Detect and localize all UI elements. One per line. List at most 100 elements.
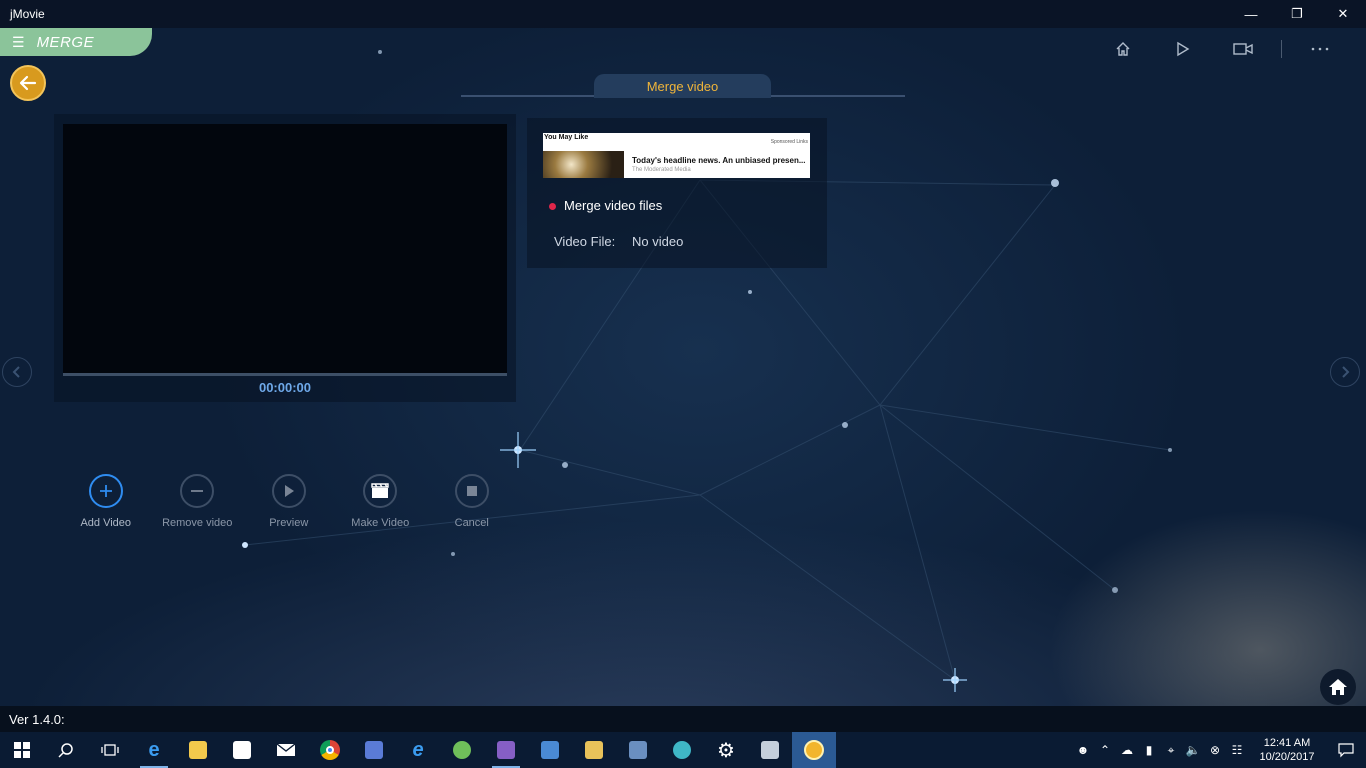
video-player: 00:00:00 xyxy=(54,114,516,402)
chrome-taskbar-item[interactable] xyxy=(308,732,352,768)
remove-video-button[interactable]: Remove video xyxy=(152,474,244,529)
video-screen[interactable] xyxy=(63,124,507,374)
version-label: Ver 1.4.0: xyxy=(9,711,65,727)
restore-button[interactable]: ❐ xyxy=(1274,0,1320,28)
close-button[interactable]: ✕ xyxy=(1320,0,1366,28)
onedrive-icon[interactable]: ☁ xyxy=(1116,732,1138,768)
android-icon xyxy=(453,741,471,759)
app-taskbar-item-5[interactable] xyxy=(660,732,704,768)
merge-section-tab[interactable]: ☰ MERGE xyxy=(0,28,152,56)
error-icon[interactable]: ⊗ xyxy=(1204,732,1226,768)
input-method-icon[interactable]: ☷ xyxy=(1226,732,1248,768)
jmovie-taskbar-item[interactable] xyxy=(792,732,836,768)
make-video-button[interactable]: Make Video xyxy=(335,474,427,529)
preview-button[interactable]: Preview xyxy=(243,474,335,529)
previous-page-button[interactable] xyxy=(2,357,32,387)
search-button[interactable] xyxy=(44,732,88,768)
ad-thumbnail xyxy=(543,151,624,178)
search-icon xyxy=(58,743,73,758)
chevron-up-icon[interactable]: ⌃ xyxy=(1094,732,1116,768)
settings-taskbar-item[interactable]: ⚙ xyxy=(704,732,748,768)
minus-icon xyxy=(180,474,215,508)
merge-video-tab[interactable]: Merge video xyxy=(594,74,771,98)
cancel-label: Cancel xyxy=(454,517,489,529)
more-icon[interactable] xyxy=(1290,36,1350,62)
add-video-button[interactable]: Add Video xyxy=(60,474,152,529)
android-studio-taskbar-item[interactable] xyxy=(440,732,484,768)
status-label: Merge video files xyxy=(564,198,663,213)
video-progress-bar[interactable] xyxy=(63,373,507,376)
play-icon[interactable] xyxy=(1153,36,1213,62)
ad-title: You May Like xyxy=(544,134,589,141)
minimize-button[interactable]: — xyxy=(1228,0,1274,28)
mail-icon xyxy=(276,743,296,756)
cancel-button[interactable]: Cancel xyxy=(426,474,518,529)
video-camera-icon[interactable] xyxy=(1213,36,1273,62)
clock-time: 12:41 AM xyxy=(1263,737,1311,749)
video-file-value: No video xyxy=(632,234,684,249)
mail-taskbar-item[interactable] xyxy=(264,732,308,768)
task-view-button[interactable] xyxy=(88,732,132,768)
action-center-button[interactable] xyxy=(1326,732,1366,768)
app-window: jMovie — ❐ ✕ ☰ MERGE Merge video 00:00:0… xyxy=(0,0,1366,732)
ad-sponsored-label: Sponsored Links xyxy=(770,139,808,145)
app-taskbar-item-4[interactable] xyxy=(616,732,660,768)
folder-icon xyxy=(189,741,207,759)
task-view-icon xyxy=(101,744,119,756)
top-nav-icons xyxy=(1093,36,1350,62)
section-label: MERGE xyxy=(36,33,95,51)
app-taskbar-item-1[interactable] xyxy=(352,732,396,768)
app-icon xyxy=(761,741,779,759)
jmovie-icon xyxy=(804,740,824,760)
edge-icon: e xyxy=(148,738,160,761)
gear-icon: ⚙ xyxy=(717,739,735,762)
app-taskbar-item-3[interactable] xyxy=(572,732,616,768)
notification-icon xyxy=(1338,743,1354,758)
clock-date: 10/20/2017 xyxy=(1259,751,1315,763)
chevron-left-icon xyxy=(12,366,20,378)
visual-studio-taskbar-item[interactable] xyxy=(484,732,528,768)
home-icon[interactable] xyxy=(1093,36,1153,62)
nav-separator xyxy=(1281,40,1282,58)
stop-icon xyxy=(454,474,489,508)
file-explorer-taskbar-item[interactable] xyxy=(176,732,220,768)
playback-time: 00:00:00 xyxy=(258,380,312,395)
app-icon xyxy=(541,741,559,759)
next-page-button[interactable] xyxy=(1330,357,1360,387)
app-icon xyxy=(365,741,383,759)
taskbar: e e ⚙ ☻ ⌃ ☁ ▮ ⌖ 🔈 ⊗ ☷ 12:41 AM 10/20/201… xyxy=(0,732,1366,768)
hamburger-menu-icon[interactable]: ☰ xyxy=(12,34,25,51)
edge-taskbar-item[interactable]: e xyxy=(132,732,176,768)
app-icon xyxy=(629,741,647,759)
back-button[interactable] xyxy=(10,65,46,101)
app-bar: ☰ MERGE xyxy=(0,28,1366,70)
people-icon[interactable]: ☻ xyxy=(1072,732,1094,768)
video-file-label: Video File: xyxy=(554,234,616,249)
ad-source: The Moderated Media xyxy=(632,167,691,173)
info-panel: You May Like Sponsored Links Today's hea… xyxy=(527,118,827,268)
plus-icon xyxy=(88,474,123,508)
ad-headline[interactable]: Today's headline news. An unbiased prese… xyxy=(632,156,806,165)
title-bar: jMovie — ❐ ✕ xyxy=(0,0,1366,28)
remove-video-label: Remove video xyxy=(162,517,233,529)
visual-studio-icon xyxy=(497,741,515,759)
ie-taskbar-item[interactable]: e xyxy=(396,732,440,768)
clock[interactable]: 12:41 AM 10/20/2017 xyxy=(1248,736,1326,764)
start-button[interactable] xyxy=(0,732,44,768)
sponsored-ad[interactable]: You May Like Sponsored Links Today's hea… xyxy=(543,133,810,178)
volume-icon[interactable]: 🔈 xyxy=(1182,732,1204,768)
wifi-icon[interactable]: ⌖ xyxy=(1160,732,1182,768)
battery-icon[interactable]: ▮ xyxy=(1138,732,1160,768)
home-floating-button[interactable] xyxy=(1320,669,1356,705)
make-video-label: Make Video xyxy=(351,517,410,529)
chevron-right-icon xyxy=(1342,366,1350,378)
add-video-label: Add Video xyxy=(80,517,132,529)
app-taskbar-item-6[interactable] xyxy=(748,732,792,768)
store-taskbar-item[interactable] xyxy=(220,732,264,768)
app-taskbar-item-2[interactable] xyxy=(528,732,572,768)
window-title: jMovie xyxy=(10,7,45,21)
arrow-left-icon xyxy=(19,75,37,91)
system-tray: ☻ ⌃ ☁ ▮ ⌖ 🔈 ⊗ ☷ 12:41 AM 10/20/2017 xyxy=(1072,732,1366,768)
preview-label: Preview xyxy=(269,517,309,529)
version-bar: Ver 1.4.0: xyxy=(0,706,1366,732)
